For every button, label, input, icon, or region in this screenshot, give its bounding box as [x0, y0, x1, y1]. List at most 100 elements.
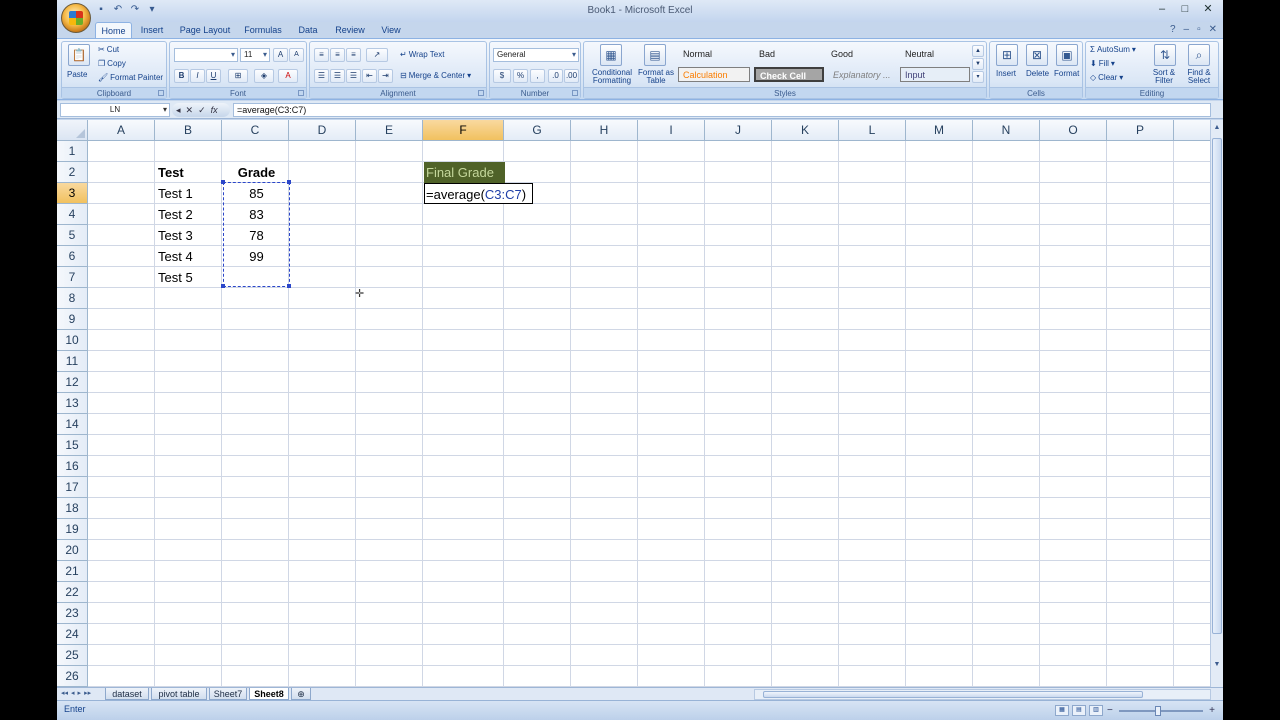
row-header-22[interactable]: 22 — [57, 582, 88, 603]
style-calculation[interactable]: Calculation — [678, 67, 750, 82]
alignment-launcher-icon[interactable] — [478, 90, 484, 96]
format-button[interactable]: Format — [1054, 69, 1079, 78]
styles-scroll-down-icon[interactable]: ▼ — [972, 58, 984, 70]
name-box[interactable]: LN — [60, 103, 170, 117]
sheet-tab-pivot-table[interactable]: pivot table — [151, 688, 207, 700]
tab-view[interactable]: View — [377, 22, 405, 38]
bold-icon[interactable]: B — [174, 69, 189, 83]
row-header-17[interactable]: 17 — [57, 477, 88, 498]
cell-b7[interactable]: Test 5 — [158, 267, 193, 288]
clear-button[interactable]: ◇ Clear ▾ — [1090, 73, 1123, 82]
column-header-l[interactable]: L — [839, 120, 906, 141]
italic-icon[interactable]: I — [190, 69, 205, 83]
number-launcher-icon[interactable] — [572, 90, 578, 96]
vertical-scrollbar[interactable]: ▲ ▼ — [1210, 120, 1223, 687]
row-header-18[interactable]: 18 — [57, 498, 88, 519]
row-header-15[interactable]: 15 — [57, 435, 88, 456]
paste-button[interactable]: Paste — [67, 70, 87, 79]
scroll-up-icon[interactable]: ▲ — [1212, 122, 1222, 134]
column-header-o[interactable]: O — [1040, 120, 1107, 141]
cell-f3-editing[interactable]: =average(C3:C7) — [424, 183, 533, 204]
style-input[interactable]: Input — [900, 67, 970, 82]
cell-f2-final-grade[interactable]: Final Grade — [424, 162, 505, 183]
decrease-decimal-icon[interactable]: .00 — [564, 69, 579, 83]
cut-button[interactable]: ✂ Cut — [98, 45, 119, 54]
column-header-g[interactable]: G — [504, 120, 571, 141]
font-name-combo[interactable] — [174, 48, 238, 62]
cell-c2[interactable]: Grade — [223, 162, 290, 183]
align-top-icon[interactable]: ≡ — [314, 48, 329, 62]
comma-icon[interactable]: , — [530, 69, 545, 83]
style-bad[interactable]: Bad — [754, 46, 826, 61]
cell-b4[interactable]: Test 2 — [158, 204, 193, 225]
font-color-icon[interactable]: A — [278, 69, 298, 83]
style-normal[interactable]: Normal — [678, 46, 750, 61]
cell-c3[interactable]: 85 — [223, 183, 290, 204]
page-break-view-icon[interactable]: ▥ — [1089, 705, 1103, 716]
tab-data[interactable]: Data — [293, 22, 323, 38]
align-left-icon[interactable]: ☰ — [314, 69, 329, 83]
reference-handle[interactable] — [221, 284, 225, 288]
enter-check-icon[interactable]: ✓ — [198, 103, 206, 117]
grow-font-icon[interactable]: A — [273, 48, 288, 62]
reference-handle[interactable] — [221, 180, 225, 184]
insert-cells-icon[interactable]: ⊞ — [996, 44, 1018, 66]
zoom-in-icon[interactable]: + — [1209, 705, 1215, 716]
delete-button[interactable]: Delete — [1026, 69, 1049, 78]
scroll-down-icon[interactable]: ▼ — [1212, 659, 1222, 671]
column-header-h[interactable]: H — [571, 120, 638, 141]
font-size-combo[interactable]: 11 — [240, 48, 270, 62]
format-as-table-button[interactable]: Format as Table — [638, 69, 674, 85]
merge-center-button[interactable]: ⊟ Merge & Center ▾ — [400, 71, 471, 80]
first-sheet-icon[interactable]: ◂◂ — [61, 689, 68, 697]
increase-indent-icon[interactable]: ⇥ — [378, 69, 393, 83]
column-header-n[interactable]: N — [973, 120, 1040, 141]
sheet-tab-dataset[interactable]: dataset — [105, 688, 149, 700]
styles-more-icon[interactable]: ▾ — [972, 71, 984, 83]
normal-view-icon[interactable]: ▦ — [1055, 705, 1069, 716]
next-sheet-icon[interactable]: ▸ — [78, 689, 82, 697]
fill-button[interactable]: ⬇ Fill ▾ — [1090, 59, 1115, 68]
row-header-25[interactable]: 25 — [57, 645, 88, 666]
tab-formulas[interactable]: Formulas — [241, 22, 285, 38]
row-header-13[interactable]: 13 — [57, 393, 88, 414]
conditional-formatting-icon[interactable]: ▦ — [600, 44, 622, 66]
wrap-text-button[interactable]: ↵ Wrap Text — [400, 50, 444, 59]
insert-sheet-icon[interactable]: ⊕ — [291, 688, 311, 700]
page-layout-view-icon[interactable]: ▤ — [1072, 705, 1086, 716]
paste-icon[interactable]: 📋 — [68, 44, 90, 66]
cell-c5[interactable]: 78 — [223, 225, 290, 246]
find-select-button[interactable]: Find & Select — [1182, 69, 1216, 85]
reference-handle[interactable] — [287, 284, 291, 288]
cell-b3[interactable]: Test 1 — [158, 183, 193, 204]
help-icon[interactable]: ? — [1170, 24, 1176, 35]
minimize-button[interactable]: – — [1151, 2, 1173, 17]
currency-icon[interactable]: $ — [493, 69, 511, 83]
shrink-font-icon[interactable]: A — [289, 48, 304, 62]
row-header-7[interactable]: 7 — [57, 267, 88, 288]
cell-c4[interactable]: 83 — [223, 204, 290, 225]
column-header-partial[interactable] — [1174, 120, 1210, 141]
row-header-11[interactable]: 11 — [57, 351, 88, 372]
style-good[interactable]: Good — [826, 46, 898, 61]
sheet-tab-sheet8[interactable]: Sheet8 — [249, 688, 289, 700]
cell-c6[interactable]: 99 — [223, 246, 290, 267]
style-explanatory[interactable]: Explanatory ... — [828, 67, 900, 82]
maximize-button[interactable]: □ — [1174, 2, 1196, 17]
sheet-tab-sheet7[interactable]: Sheet7 — [209, 688, 247, 700]
align-bottom-icon[interactable]: ≡ — [346, 48, 361, 62]
row-header-5[interactable]: 5 — [57, 225, 88, 246]
column-header-p[interactable]: P — [1107, 120, 1174, 141]
workbook-close-icon[interactable]: ✕ — [1209, 24, 1217, 35]
dropdown-icon[interactable]: ◂ — [176, 103, 181, 117]
column-header-j[interactable]: J — [705, 120, 772, 141]
row-header-14[interactable]: 14 — [57, 414, 88, 435]
sort-filter-button[interactable]: Sort & Filter — [1148, 69, 1180, 85]
format-as-table-icon[interactable]: ▤ — [644, 44, 666, 66]
fill-color-icon[interactable]: ◈ — [254, 69, 274, 83]
sort-filter-icon[interactable]: ⇅ — [1154, 44, 1176, 66]
align-right-icon[interactable]: ☰ — [346, 69, 361, 83]
zoom-out-icon[interactable]: − — [1107, 705, 1113, 716]
formula-input[interactable]: =average(C3:C7) — [233, 103, 1211, 117]
office-button[interactable] — [61, 3, 91, 33]
